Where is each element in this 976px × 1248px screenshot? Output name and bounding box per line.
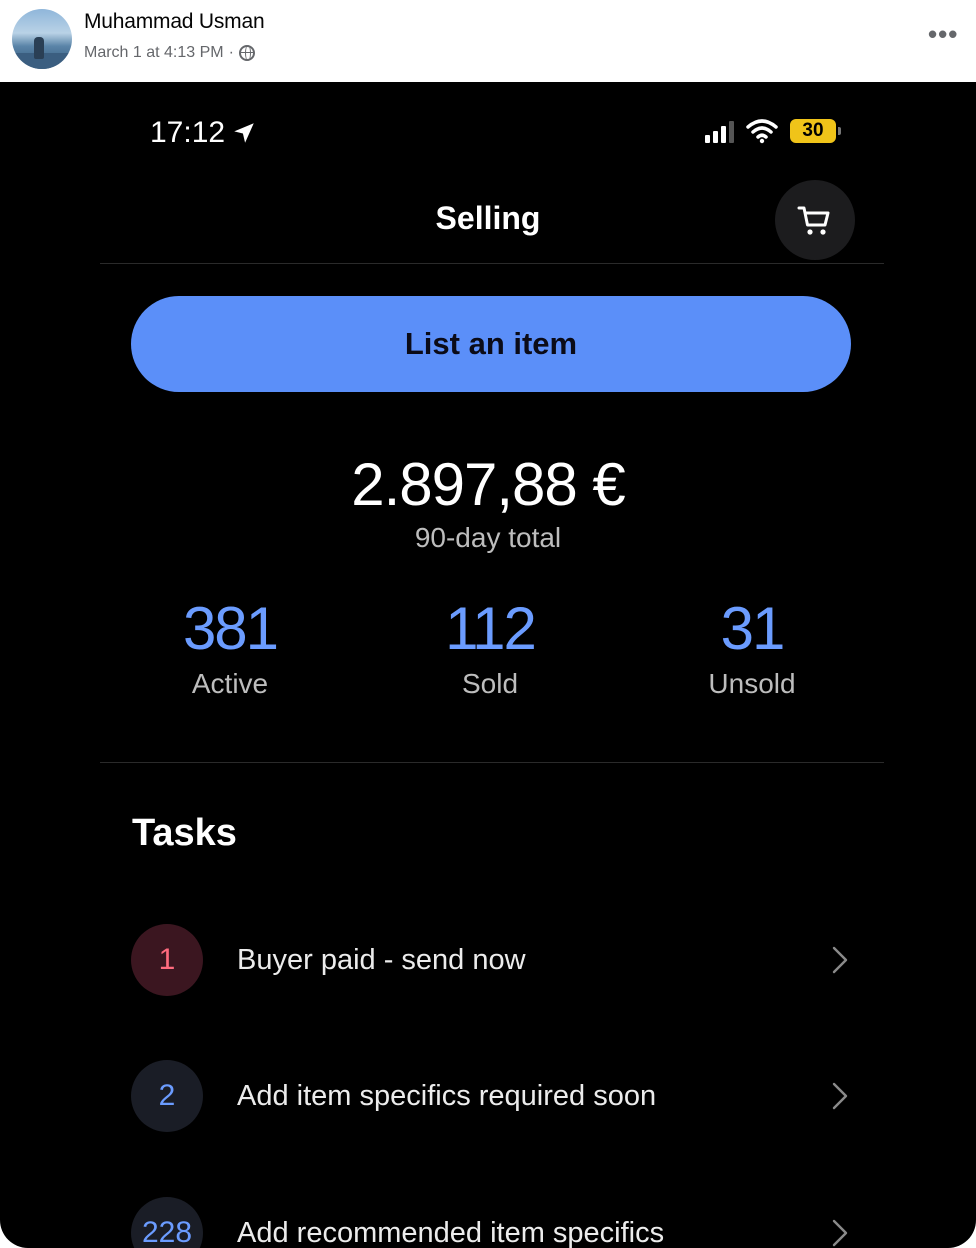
task-item-recommended-specifics[interactable]: 228 Add recommended item specifics <box>131 1196 861 1248</box>
stat-label: Unsold <box>708 668 796 699</box>
stat-label: Sold <box>461 668 519 699</box>
wifi-icon <box>746 119 778 144</box>
phone-screenshot: 17:12 30 Selling List an item 2.897,88 €… <box>0 82 976 1248</box>
status-time: 17:12 <box>150 116 257 150</box>
stat-sold[interactable]: 112 Sold <box>360 594 620 700</box>
list-an-item-button[interactable]: List an item <box>131 296 851 392</box>
signal-icon <box>705 119 734 143</box>
more-horizontal-icon[interactable]: ••• <box>928 21 962 48</box>
task-item-buyer-paid[interactable]: 1 Buyer paid - send now <box>131 923 861 997</box>
task-count-badge: 228 <box>131 1197 203 1248</box>
globe-icon <box>238 45 255 61</box>
tasks-heading: Tasks <box>132 812 237 854</box>
post-header: Muhammad Usman March 1 at 4:13 PM · ••• <box>0 0 976 82</box>
task-label: Buyer paid - send now <box>237 943 526 976</box>
task-label: Add item specifics required soon <box>237 1079 657 1112</box>
task-count-badge: 2 <box>131 1060 203 1132</box>
chevron-right-icon <box>832 1219 848 1247</box>
author-name[interactable]: Muhammad Usman <box>84 10 265 34</box>
task-item-required-specifics[interactable]: 2 Add item specifics required soon <box>131 1059 861 1133</box>
header-divider <box>100 263 884 264</box>
post-meta: March 1 at 4:13 PM · <box>84 44 255 62</box>
stat-value: 381 <box>182 595 279 662</box>
post-timestamp[interactable]: March 1 at 4:13 PM <box>84 44 224 62</box>
avatar[interactable] <box>12 9 72 69</box>
total-label: 90-day total <box>414 522 562 553</box>
stat-value: 112 <box>445 595 537 662</box>
status-indicators: 30 <box>705 118 841 144</box>
task-label: Add recommended item specifics <box>237 1216 665 1248</box>
stats-divider <box>100 762 884 763</box>
stat-label: Active <box>191 668 269 699</box>
stat-value: 31 <box>720 595 786 662</box>
cart-icon <box>797 206 830 235</box>
total-amount: 2.897,88 € <box>351 451 626 518</box>
battery-icon: 30 <box>790 119 841 143</box>
status-time-text: 17:12 <box>150 116 226 149</box>
task-count-badge: 1 <box>131 924 203 996</box>
stat-active[interactable]: 381 Active <box>100 594 360 700</box>
meta-separator: · <box>228 44 234 61</box>
location-arrow-icon <box>234 123 254 143</box>
stat-unsold[interactable]: 31 Unsold <box>622 594 882 700</box>
cart-button[interactable] <box>775 180 855 260</box>
chevron-right-icon <box>832 1082 848 1110</box>
chevron-right-icon <box>832 946 848 974</box>
avatar-figure <box>34 37 44 59</box>
